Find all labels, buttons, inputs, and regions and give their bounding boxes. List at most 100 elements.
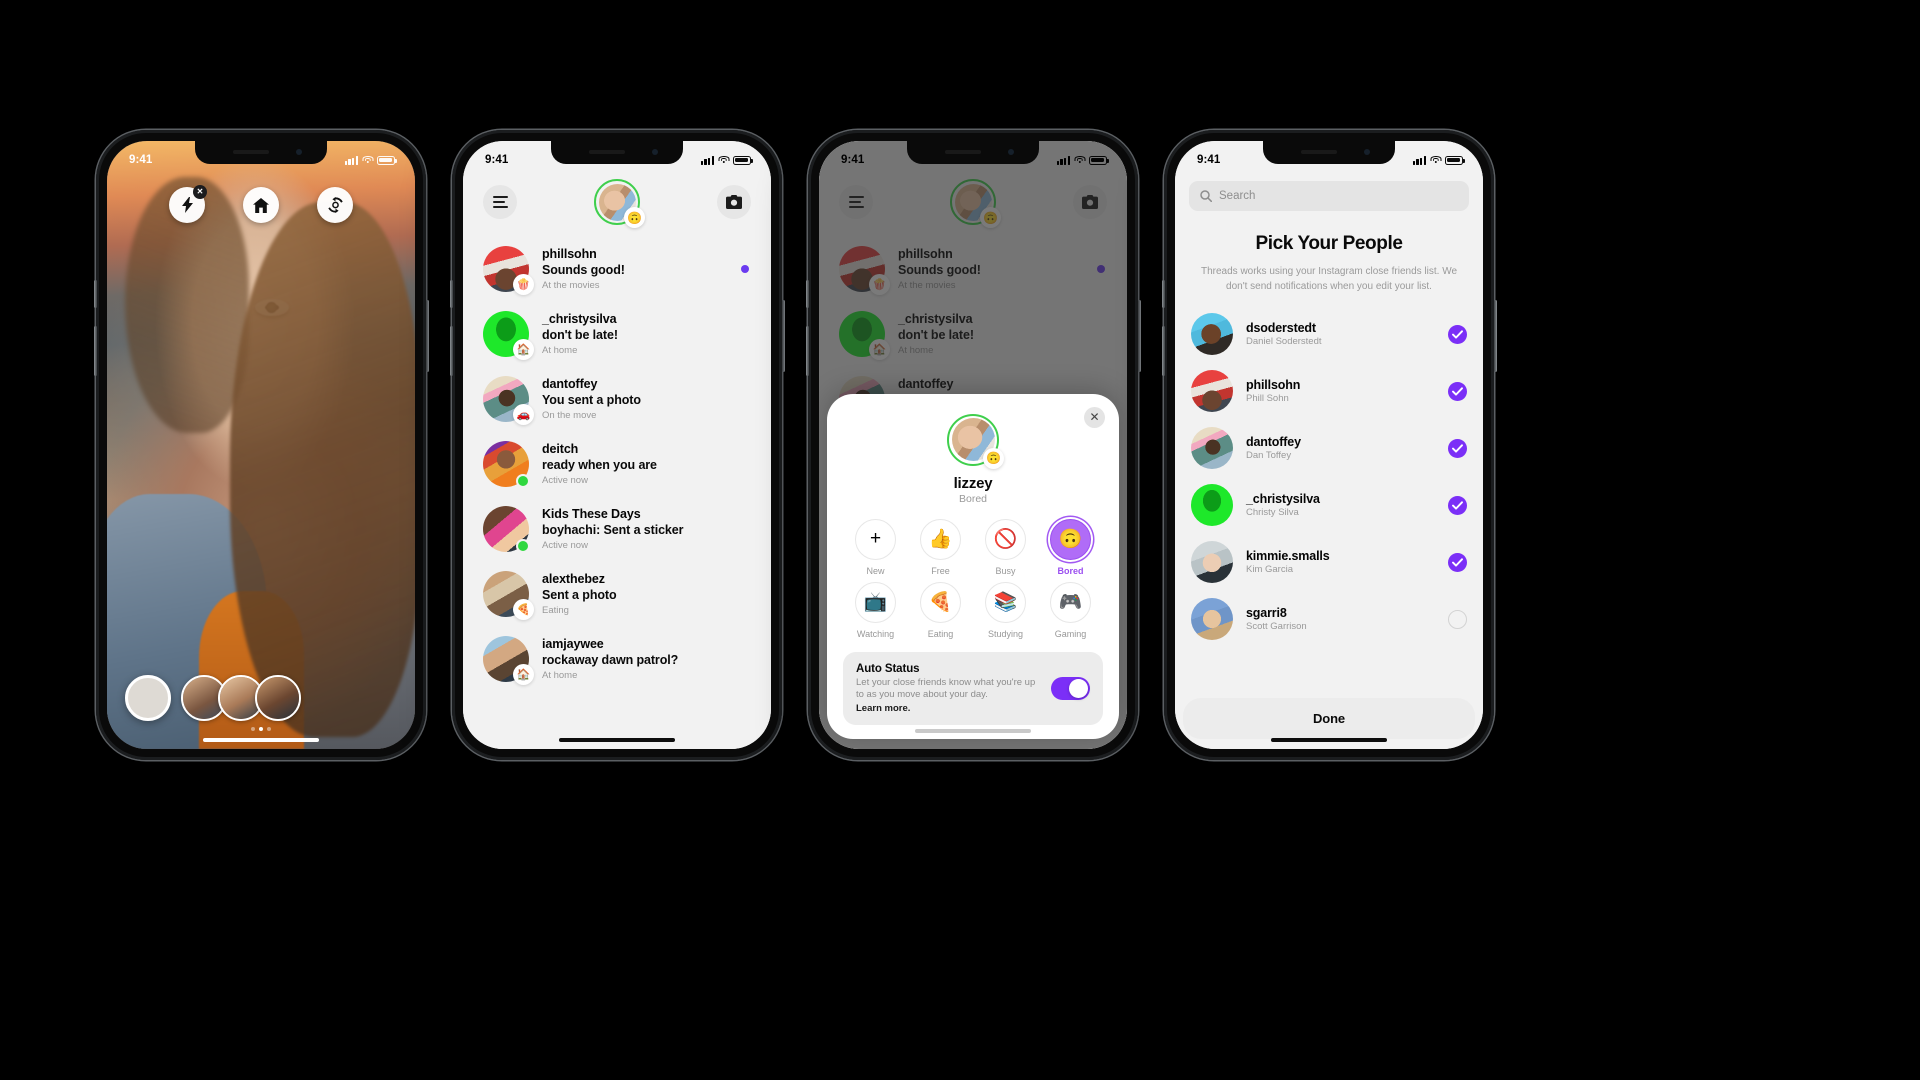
home-indicator[interactable] (915, 728, 1031, 733)
thread-status: At the movies (542, 280, 600, 292)
person-text: sgarri8 Scott Garrison (1246, 606, 1435, 632)
status-option-eating[interactable]: 🍕 Eating (908, 581, 973, 639)
checkbox-checked-icon[interactable] (1448, 324, 1467, 344)
camera-button[interactable] (717, 185, 751, 219)
power-button[interactable] (1493, 300, 1497, 372)
speaker-grill (1301, 150, 1337, 154)
close-icon[interactable]: ✕ (1084, 406, 1105, 428)
speaker-grill (589, 150, 625, 154)
status-emoji-icon: 🍕 (513, 599, 534, 620)
thread-avatar[interactable]: 🚗 (483, 376, 534, 425)
person-row[interactable]: sgarri8 Scott Garrison (1191, 591, 1467, 648)
checkbox-checked-icon[interactable] (1448, 438, 1467, 458)
person-avatar (1191, 313, 1233, 355)
thread-row[interactable]: 🏠 _christysilva don't be late! At home (483, 302, 751, 367)
flash-off-button[interactable]: ✕ (169, 185, 207, 223)
flash-off-badge-icon: ✕ (193, 185, 207, 199)
menu-button[interactable] (483, 185, 517, 219)
status-option-busy[interactable]: 🚫 Busy (973, 518, 1038, 576)
person-text: kimmie.smalls Kim Garcia (1246, 549, 1435, 575)
person-fullname: Dan Toffey (1246, 450, 1292, 461)
thread-message: Sent a photo (542, 588, 617, 603)
person-row[interactable]: _christysilva Christy Silva (1191, 477, 1467, 534)
notch (551, 141, 683, 164)
status-option-label: Busy (995, 565, 1016, 576)
power-button[interactable] (781, 300, 785, 372)
thread-avatar[interactable] (483, 506, 530, 553)
phone-1-camera: 9:41 ✕ (93, 130, 429, 760)
person-text: dsoderstedt Daniel Soderstedt (1246, 321, 1435, 347)
status-emoji-icon: 🍕 (920, 581, 961, 623)
person-fullname: Daniel Soderstedt (1246, 336, 1322, 347)
modal-profile: 🙃 lizzey Bored (843, 413, 1103, 505)
thread-status: On the move (542, 410, 597, 422)
person-row[interactable]: dsoderstedt Daniel Soderstedt (1191, 306, 1467, 363)
my-status-avatar[interactable]: 🙃 (594, 179, 645, 228)
home-indicator[interactable] (203, 737, 319, 742)
people-list[interactable]: dsoderstedt Daniel Soderstedt phillsohn Phi… (1175, 294, 1483, 749)
person-row[interactable]: dantoffey Dan Toffey (1191, 420, 1467, 477)
hair-right (230, 201, 415, 737)
status-option-free[interactable]: 👍 Free (908, 518, 973, 576)
person-row[interactable]: phillsohn Phill Sohn (1191, 363, 1467, 420)
status-emoji-icon: 📺 (855, 581, 896, 623)
status-option-bored[interactable]: 🙃 Bored (1038, 518, 1103, 576)
thread-name: iamjaywee (542, 636, 604, 651)
thread-avatar[interactable]: 🏠 (483, 311, 534, 360)
page-title: Pick Your People (1255, 233, 1403, 254)
thread-row[interactable]: 🍕 alexthebez Sent a photo Eating (483, 562, 751, 627)
person-row[interactable]: kimmie.smalls Kim Garcia (1191, 534, 1467, 591)
thread-name: _christysilva (542, 311, 617, 326)
checkbox-checked-icon[interactable] (1448, 381, 1467, 401)
phone-2-screen: 🙃 🍿 phillsohn Sounds good! At the movies 🏠 _c… (463, 141, 771, 749)
person-avatar (1191, 541, 1233, 583)
battery-icon (1089, 155, 1109, 165)
status-emoji-icon: 🏠 (513, 664, 534, 685)
speaker-grill (945, 150, 981, 154)
status-option-gaming[interactable]: 🎮 Gaming (1038, 581, 1103, 639)
thread-avatar[interactable] (483, 441, 530, 488)
camera-viewfinder[interactable] (107, 141, 415, 749)
home-indicator[interactable] (559, 737, 675, 742)
thread-list[interactable]: 🍿 phillsohn Sounds good! At the movies 🏠 _chr… (463, 237, 771, 749)
thread-row[interactable]: 🍿 phillsohn Sounds good! At the movies (483, 237, 751, 302)
status-bar-time: 9:41 (129, 154, 153, 166)
battery-icon (377, 155, 397, 165)
thread-avatar[interactable]: 🍕 (483, 571, 534, 620)
cellular-signal-icon (700, 155, 714, 165)
thread-avatar[interactable]: 🍿 (483, 246, 534, 295)
done-button[interactable]: Done (1183, 698, 1475, 739)
shutter-button[interactable] (125, 675, 171, 721)
checkbox-checked-icon[interactable] (1448, 552, 1467, 572)
thread-status: Active now (542, 475, 588, 487)
profile-avatar[interactable]: 🙃 (947, 413, 1004, 469)
status-emoji-icon: 🙃 (624, 207, 645, 228)
power-button[interactable] (425, 300, 429, 372)
notch (907, 141, 1039, 164)
selfie-photo (107, 141, 415, 749)
status-picker-modal: ✕ 🙃 lizzey Bored + New 👍 Free 🚫 Busy 🙃 Bored 📺 Wa… (827, 393, 1119, 739)
thread-text: dantoffey You sent a photo On the move (542, 377, 751, 422)
thread-row[interactable]: deitch ready when you are Active now (483, 432, 751, 497)
thread-text: alexthebez Sent a photo Eating (542, 572, 751, 617)
status-option-watching[interactable]: 📺 Watching (843, 581, 908, 639)
status-option-studying[interactable]: 📚 Studying (973, 581, 1038, 639)
status-option-label: Free (931, 565, 950, 576)
power-button[interactable] (1137, 300, 1141, 372)
status-option-new[interactable]: + New (843, 518, 908, 576)
flip-camera-button[interactable] (317, 187, 353, 223)
thread-row[interactable]: Kids These Days boyhachi: Sent a sticker A… (483, 497, 751, 562)
thread-row[interactable]: 🚗 dantoffey You sent a photo On the move (483, 367, 751, 432)
learn-more-link[interactable]: Learn more. (856, 703, 1041, 714)
home-indicator[interactable] (1271, 737, 1387, 742)
checkbox-checked-icon[interactable] (1448, 495, 1467, 515)
checkbox-unchecked-icon[interactable] (1448, 609, 1467, 629)
person-avatar (1191, 484, 1233, 526)
phone-1-screen: 9:41 ✕ (107, 141, 415, 749)
search-input[interactable]: Search (1189, 181, 1469, 211)
home-effects-button[interactable] (243, 187, 279, 223)
thread-row[interactable]: 🏠 iamjaywee rockaway dawn patrol? At home (483, 627, 751, 692)
thread-avatar[interactable]: 🏠 (483, 636, 534, 685)
favorite-3[interactable] (255, 675, 301, 721)
auto-status-toggle[interactable] (1051, 676, 1090, 700)
